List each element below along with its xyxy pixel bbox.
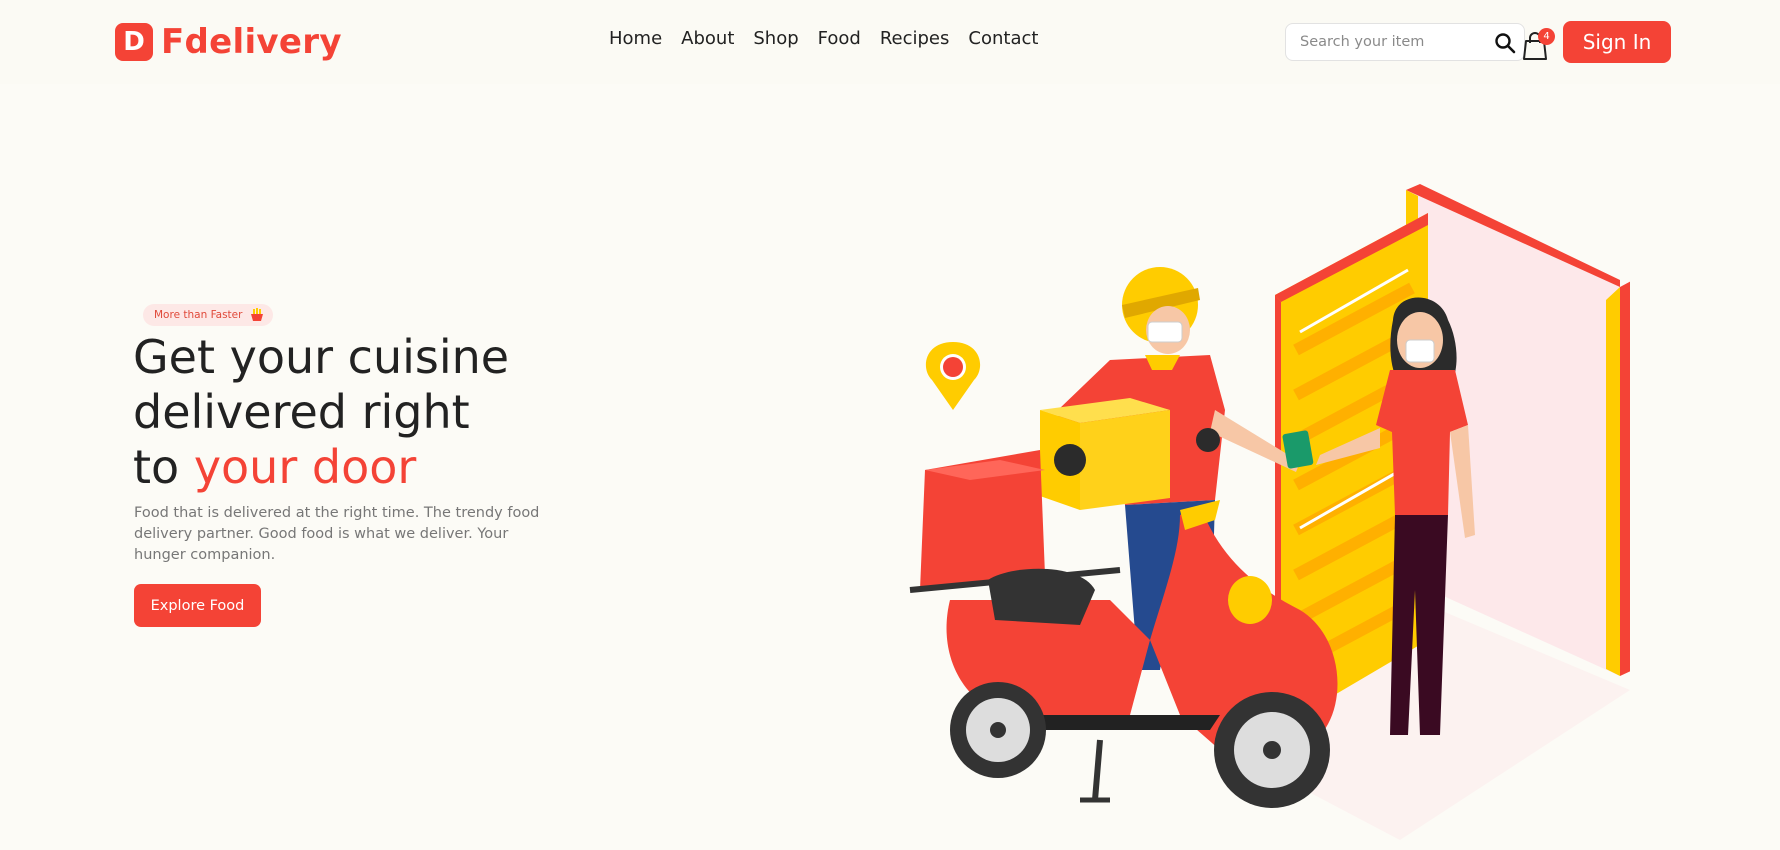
hero-title-accent: your door bbox=[193, 440, 417, 494]
fries-icon bbox=[251, 308, 264, 321]
search-icon[interactable] bbox=[1492, 30, 1518, 56]
cart-button[interactable]: 4 bbox=[1522, 27, 1555, 60]
main-nav: Home About Shop Food Recipes Contact bbox=[609, 28, 1038, 49]
sign-in-button[interactable]: Sign In bbox=[1563, 21, 1671, 63]
hero-title-line-3-prefix: to bbox=[133, 440, 194, 494]
brand-name: Fdelivery bbox=[161, 22, 342, 62]
search-input[interactable] bbox=[1300, 25, 1490, 59]
hero-badge: More than Faster bbox=[143, 304, 274, 326]
hero-description: Food that is delivered at the right time… bbox=[134, 505, 540, 563]
cart-count-badge: 4 bbox=[1538, 28, 1555, 45]
hero-title: Get your cuisine delivered right to your… bbox=[133, 330, 573, 495]
location-pin-icon bbox=[925, 342, 981, 410]
search-box bbox=[1285, 23, 1525, 61]
nav-item-recipes[interactable]: Recipes bbox=[880, 28, 950, 49]
hero-title-line-2: delivered right bbox=[133, 385, 470, 439]
navbar: D Fdelivery Home About Shop Food Recipes… bbox=[0, 0, 1780, 84]
brand-logo[interactable]: D Fdelivery bbox=[115, 22, 342, 62]
hero-badge-text: More than Faster bbox=[154, 309, 243, 321]
nav-item-shop[interactable]: Shop bbox=[753, 28, 798, 49]
nav-item-home[interactable]: Home bbox=[609, 28, 662, 49]
hero-title-line-1: Get your cuisine bbox=[133, 330, 510, 384]
nav-item-food[interactable]: Food bbox=[818, 28, 861, 49]
logo-icon: D bbox=[115, 23, 153, 61]
explore-food-button[interactable]: Explore Food bbox=[134, 584, 261, 627]
delivery-scooter-illustration bbox=[909, 184, 1630, 840]
nav-item-about[interactable]: About bbox=[681, 28, 734, 49]
nav-item-contact[interactable]: Contact bbox=[968, 28, 1038, 49]
